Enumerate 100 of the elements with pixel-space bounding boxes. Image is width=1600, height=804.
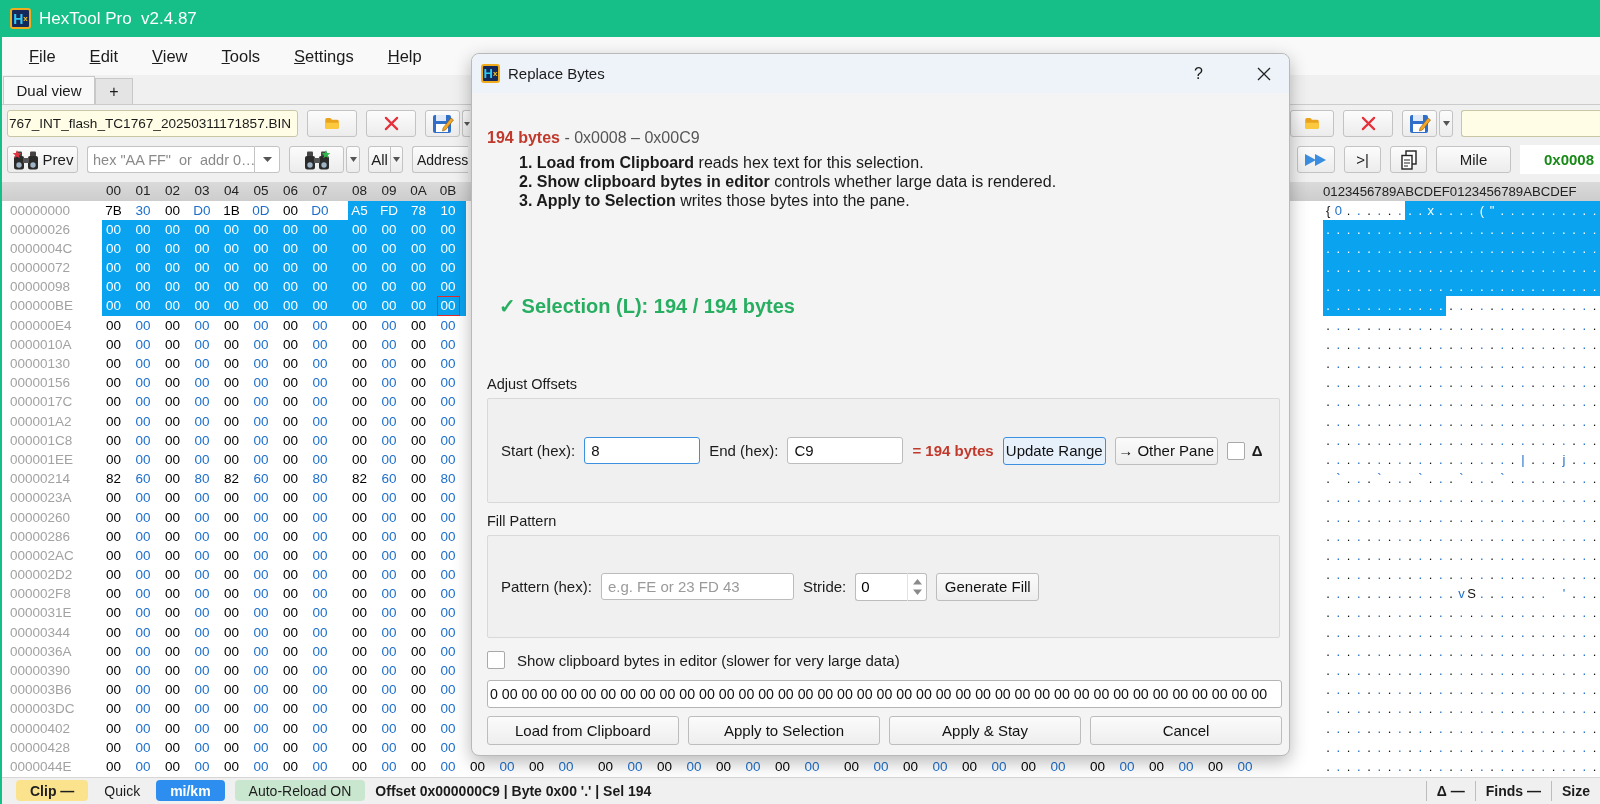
hex-byte: 00 — [380, 335, 398, 354]
hex-byte: 00 — [282, 623, 299, 642]
menu-item[interactable]: Tools — [221, 46, 261, 66]
hex-byte: 00 — [252, 412, 270, 431]
search-field[interactable]: hex "AA FF" or addr 0… — [87, 146, 254, 173]
action-button[interactable]: → Other Pane — [1114, 436, 1218, 465]
hex-byte: 00 — [282, 278, 299, 297]
hex-byte: 00 — [351, 623, 368, 642]
hex-byte: 00 — [439, 566, 457, 585]
hex-byte: 00 — [311, 566, 329, 585]
checkbox[interactable] — [1226, 441, 1245, 460]
file-path-field[interactable] — [1461, 110, 1600, 137]
file-path-field[interactable]: 767_INT_flash_TC1767_20250311171857.BIN — [7, 110, 298, 137]
pattern-field[interactable]: e.g. FE or 23 FD 43 — [600, 573, 794, 600]
hex-byte: 00 — [351, 450, 368, 469]
menu-item[interactable]: File — [29, 46, 56, 66]
status-toggle[interactable]: Clip — — [16, 780, 89, 802]
save-button[interactable] — [425, 110, 460, 137]
action-button[interactable]: Update Range — [1002, 436, 1106, 465]
close-file-button[interactable] — [1343, 110, 1393, 137]
help-button[interactable]: ? — [1194, 64, 1203, 83]
jump-end-button[interactable]: >| — [1344, 146, 1381, 173]
checkbox[interactable] — [487, 651, 505, 669]
tab[interactable]: + — [95, 78, 133, 104]
scope-dropdown[interactable]: All — [368, 146, 403, 173]
hex-byte: 00 — [439, 412, 457, 431]
save-button[interactable] — [1402, 110, 1437, 137]
hex-byte: 00 — [252, 355, 270, 373]
hex-byte: 00 — [410, 431, 427, 450]
dropdown-button[interactable] — [462, 110, 470, 137]
tab[interactable]: Dual view — [3, 76, 95, 104]
stride-field[interactable]: 0 — [855, 572, 908, 601]
fast-forward-button[interactable] — [1297, 146, 1335, 173]
ascii-text: . . . . . . . . . . . . . . . . . . . . . . . . . . . — [1323, 258, 1600, 278]
hex-byte: 00 — [380, 662, 398, 680]
menu-item[interactable]: Help — [387, 46, 422, 66]
menu-item[interactable]: View — [152, 46, 188, 66]
hex-byte: 00 — [164, 681, 181, 700]
hex-byte: 00 — [164, 374, 181, 393]
hex-byte: 00 — [410, 239, 427, 258]
hex-byte: 00 — [193, 259, 211, 278]
hex-byte: 00 — [105, 489, 122, 508]
selection-summary: 194 bytes - 0x0008 – 0x00C9 — [487, 128, 701, 148]
dialog-button[interactable]: Apply to Selection — [688, 716, 880, 745]
dialog-button[interactable]: Apply & Stay — [889, 716, 1081, 745]
hex-byte: 00 — [380, 566, 398, 585]
hex-byte: 00 — [380, 623, 398, 642]
find-next-button[interactable] — [289, 146, 344, 173]
mile-button[interactable]: Mile — [1436, 146, 1511, 173]
dropdown-button[interactable] — [346, 146, 360, 173]
hex-byte: 60 — [380, 470, 398, 489]
prev-button[interactable]: Prev — [7, 146, 78, 173]
selection-status: ✓ Selection (L): 194 / 194 bytes — [499, 294, 796, 319]
copy-button[interactable] — [1390, 146, 1427, 173]
hex-byte: 00 — [410, 508, 427, 527]
hex-byte: 00 — [252, 259, 270, 278]
hex-byte: 00 — [134, 508, 152, 527]
dropdown-button[interactable] — [1439, 110, 1453, 137]
instruction-text: 3. Apply to Selection writes those bytes into the pane. — [519, 191, 911, 210]
ascii-text: . . . . . . . . . . . . . . . . . . . . . . . . . . . — [1325, 642, 1598, 661]
hex-byte: 00 — [351, 297, 368, 316]
hex-byte: 00 — [193, 585, 211, 604]
hex-byte: 00 — [311, 585, 329, 604]
hex-byte: 00 — [410, 527, 427, 546]
hex-byte: 00 — [311, 239, 329, 258]
offset-field[interactable]: C9 — [787, 437, 904, 464]
hex-byte: 60 — [134, 470, 152, 489]
hex-byte: 00 — [193, 374, 211, 393]
hex-byte: 00 — [105, 297, 122, 316]
hex-byte: 00 — [164, 431, 181, 450]
address-button[interactable]: Address — [412, 146, 468, 173]
hex-byte: 00 — [193, 642, 211, 661]
hex-byte: 00 — [193, 700, 211, 719]
dialog-button[interactable]: Load from Clipboard — [487, 716, 679, 745]
dialog-button[interactable]: Cancel — [1090, 716, 1282, 745]
hex-byte: 00 — [410, 297, 427, 316]
hex-byte: 00 — [410, 412, 427, 431]
menu-item[interactable]: Settings — [294, 46, 354, 66]
hex-byte: 00 — [164, 757, 181, 776]
generate-fill-button[interactable]: Generate Fill — [936, 572, 1040, 601]
hex-byte: 00 — [193, 566, 211, 585]
hex-byte: 00 — [656, 757, 673, 776]
dropdown-button[interactable] — [254, 146, 280, 173]
hex-byte: 00 — [410, 738, 427, 757]
hex-byte: 00 — [351, 316, 368, 335]
row-offset: 0000031E — [9, 604, 73, 623]
hex-bytes-field[interactable]: 0 00 00 00 00 00 00 00 00 00 00 00 00 00 00 00 00 00 00 00 00 00 00 00 00 00 00 00 00 00 00 00 00 00 00 00 00 00 00 00 — [487, 680, 1282, 708]
hex-byte: 00 — [164, 719, 181, 738]
close-icon[interactable] — [1257, 66, 1271, 81]
spin-buttons[interactable] — [907, 572, 928, 601]
status-toggle[interactable]: Quick — [98, 782, 147, 799]
hex-byte: 00 — [557, 757, 575, 776]
hex-byte: 00 — [105, 239, 122, 258]
hex-byte: 00 — [105, 738, 122, 757]
offset-field[interactable]: 8 — [584, 437, 701, 464]
status-toggle[interactable]: Auto-Reload ON — [234, 780, 366, 802]
row-offset: 000003DC — [9, 700, 76, 719]
menu-item[interactable]: Edit — [89, 46, 119, 66]
close-file-button[interactable] — [366, 110, 416, 137]
hex-byte: 00 — [223, 355, 240, 373]
